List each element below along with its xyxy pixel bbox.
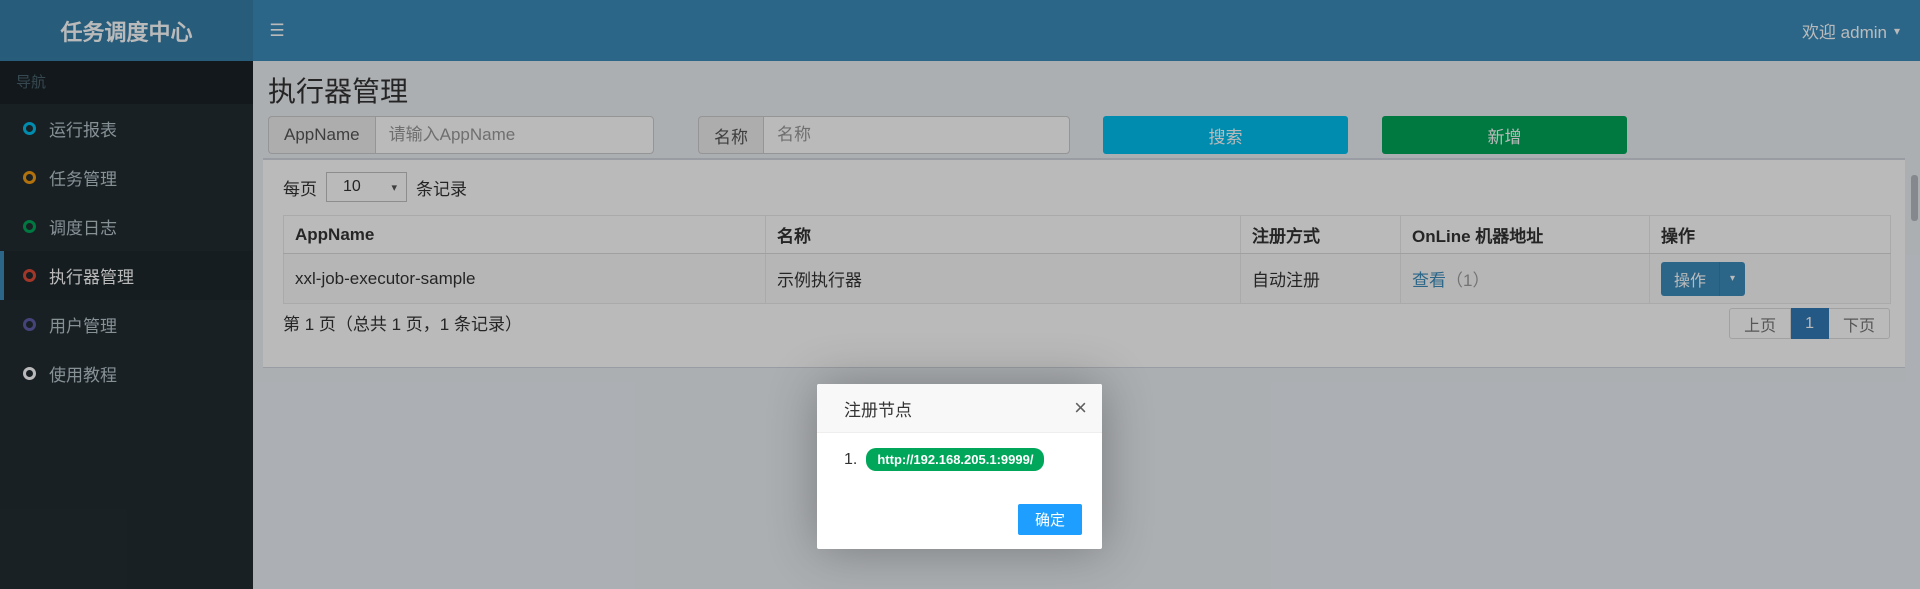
confirm-button[interactable]: 确定 xyxy=(1018,504,1082,535)
modal-close-button[interactable]: × xyxy=(1074,397,1087,419)
list-item-index: 1. xyxy=(844,451,857,469)
registry-address-badge: http://192.168.205.1:9999/ xyxy=(866,448,1044,471)
registry-nodes-modal: 注册节点 × 1. http://192.168.205.1:9999/ 确定 xyxy=(817,384,1102,549)
close-icon: × xyxy=(1074,395,1087,420)
modal-body: 1. http://192.168.205.1:9999/ xyxy=(844,448,1044,471)
modal-header: 注册节点 xyxy=(817,384,1102,433)
modal-title: 注册节点 xyxy=(844,396,912,421)
app-root: 任务调度中心 ☰ 欢迎 admin ▾ 导航 运行报表 任务管理 调度日志 执行… xyxy=(0,0,1920,589)
scrollbar-thumb[interactable] xyxy=(1911,175,1918,221)
